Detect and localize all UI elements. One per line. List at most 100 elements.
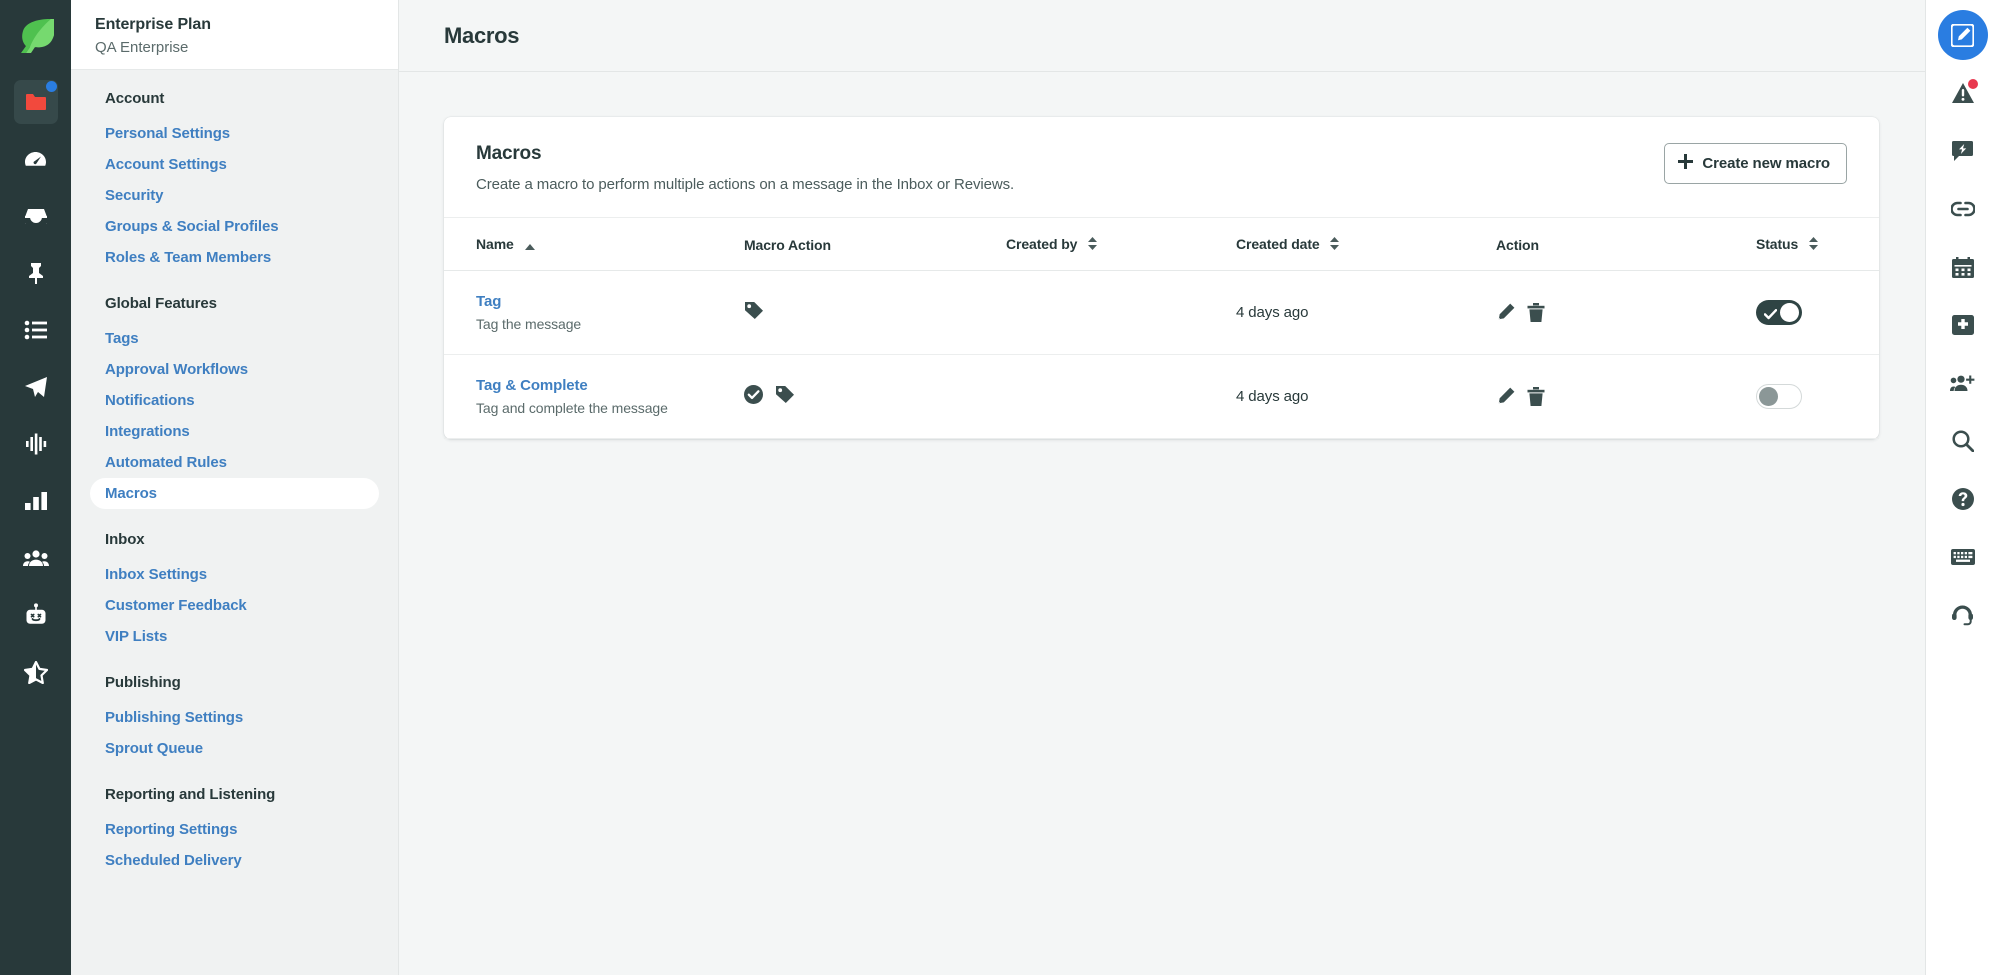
search-button[interactable] — [1938, 416, 1988, 466]
app-root: Enterprise Plan QA Enterprise Account Pe… — [0, 0, 1999, 975]
cell-macro-action — [744, 270, 1006, 356]
sidebar-item-sprout-queue[interactable]: Sprout Queue — [90, 733, 379, 764]
content-area: Macros Create a macro to perform multipl… — [399, 72, 1925, 975]
shortcuts-button[interactable] — [1938, 532, 1988, 582]
compose-button[interactable] — [1937, 10, 1988, 60]
sort-both-icon — [1330, 237, 1340, 253]
nav-group-title-account: Account — [105, 90, 165, 107]
cell-name: Tag Tag the message — [444, 270, 744, 356]
nav-group-title-reporting-listening: Reporting and Listening — [105, 786, 276, 803]
nav-group-title-global-features: Global Features — [105, 295, 217, 312]
sidebar-nav: Account Personal Settings Account Settin… — [71, 70, 398, 876]
tag-icon — [775, 385, 794, 409]
sidebar-item-tags[interactable]: Tags — [90, 323, 379, 354]
rail-item-reviews[interactable] — [14, 650, 58, 694]
macros-card-description: Create a macro to perform multiple actio… — [476, 176, 1015, 193]
sprout-leaf-logo[interactable] — [14, 14, 58, 58]
th-macro-action: Macro Action — [744, 218, 1006, 272]
th-action: Action — [1496, 218, 1756, 272]
sidebar-item-macros[interactable]: Macros — [90, 478, 379, 509]
rail-item-reports[interactable] — [14, 479, 58, 523]
sort-asc-icon — [524, 237, 535, 253]
rail-item-tasks[interactable] — [14, 308, 58, 352]
invite-button[interactable] — [1938, 358, 1988, 408]
add-button[interactable] — [1938, 300, 1988, 350]
created-date-value: 4 days ago — [1236, 387, 1309, 405]
toggle-knob — [1780, 303, 1799, 323]
rail-item-audience[interactable] — [14, 536, 58, 580]
macros-card-header: Macros Create a macro to perform multipl… — [444, 117, 1879, 218]
status-toggle[interactable] — [1756, 384, 1802, 410]
th-status[interactable]: Status — [1756, 218, 1879, 272]
cell-actions — [1496, 270, 1756, 356]
help-button[interactable] — [1938, 474, 1988, 524]
sidebar-item-groups-social-profiles[interactable]: Groups & Social Profiles — [90, 211, 379, 242]
sidebar-item-security[interactable]: Security — [90, 180, 379, 211]
rail-item-bots[interactable] — [14, 593, 58, 637]
sidebar-header: Enterprise Plan QA Enterprise — [71, 0, 398, 70]
table-row: Tag Tag the message 4 days ago — [444, 270, 1879, 356]
plan-subtitle: QA Enterprise — [95, 39, 189, 56]
alerts-button[interactable] — [1938, 68, 1988, 118]
th-created-by[interactable]: Created by — [1006, 218, 1236, 272]
th-action-label: Action — [1496, 236, 1539, 253]
sidebar-item-personal-settings[interactable]: Personal Settings — [90, 118, 379, 149]
cell-created-by — [1006, 354, 1236, 440]
settings-sidebar: Enterprise Plan QA Enterprise Account Pe… — [71, 0, 399, 975]
sidebar-item-vip-lists[interactable]: VIP Lists — [90, 621, 379, 652]
macro-name-link[interactable]: Tag & Complete — [476, 377, 744, 394]
sidebar-item-customer-feedback[interactable]: Customer Feedback — [90, 590, 379, 621]
status-toggle[interactable] — [1756, 300, 1802, 326]
sidebar-item-approval-workflows[interactable]: Approval Workflows — [90, 354, 379, 385]
sidebar-item-roles-team-members[interactable]: Roles & Team Members — [90, 242, 379, 273]
sidebar-item-notifications[interactable]: Notifications — [90, 385, 379, 416]
macros-table-body: Tag Tag the message 4 days ago Tag & Com… — [444, 270, 1879, 440]
rail-item-publishing[interactable] — [14, 365, 58, 409]
cell-created-date: 4 days ago — [1236, 270, 1496, 356]
sort-both-icon — [1808, 237, 1818, 253]
cell-status — [1756, 270, 1879, 356]
cell-macro-action — [744, 354, 1006, 440]
rail-item-smart-inbox[interactable] — [14, 194, 58, 238]
sidebar-item-inbox-settings[interactable]: Inbox Settings — [90, 559, 379, 590]
th-name[interactable]: Name — [444, 218, 744, 272]
create-new-macro-label: Create new macro — [1702, 155, 1830, 172]
table-row: Tag & Complete Tag and complete the mess… — [444, 354, 1879, 440]
tag-icon — [744, 301, 763, 325]
sidebar-item-integrations[interactable]: Integrations — [90, 416, 379, 447]
nav-group-title-publishing: Publishing — [105, 674, 181, 691]
table-header-row: Name Macro Action Created by Created dat… — [444, 218, 1879, 272]
sidebar-item-automated-rules[interactable]: Automated Rules — [90, 447, 379, 478]
rail-item-compose-folder[interactable] — [13, 80, 58, 124]
cell-created-by — [1006, 270, 1236, 356]
trash-icon[interactable] — [1527, 387, 1545, 407]
sidebar-item-publishing-settings[interactable]: Publishing Settings — [90, 702, 379, 733]
trash-icon[interactable] — [1527, 303, 1545, 323]
edit-pencil-icon[interactable] — [1496, 387, 1515, 406]
th-created-date[interactable]: Created date — [1236, 218, 1496, 272]
sidebar-item-reporting-settings[interactable]: Reporting Settings — [90, 814, 379, 845]
edit-pencil-icon[interactable] — [1496, 303, 1515, 322]
rail-item-listening[interactable] — [14, 422, 58, 466]
check-circle-icon — [744, 384, 763, 409]
cell-created-date: 4 days ago — [1236, 354, 1496, 440]
cell-status — [1756, 354, 1879, 440]
create-new-macro-button[interactable]: Create new macro — [1664, 143, 1847, 184]
rail-item-pinned[interactable] — [14, 251, 58, 295]
rail-item-dashboard[interactable] — [14, 137, 58, 181]
left-icon-rail — [0, 0, 71, 975]
sidebar-item-account-settings[interactable]: Account Settings — [90, 149, 379, 180]
th-macro-action-label: Macro Action — [744, 236, 831, 253]
row-action-icons — [1496, 303, 1756, 323]
red-dot-badge — [1967, 79, 1978, 89]
calendar-button[interactable] — [1938, 242, 1988, 292]
messages-button[interactable] — [1938, 126, 1988, 176]
links-button[interactable] — [1938, 184, 1988, 234]
support-button[interactable] — [1938, 590, 1988, 640]
macro-description: Tag and complete the message — [476, 400, 668, 417]
plus-icon — [1678, 154, 1694, 173]
sidebar-item-scheduled-delivery[interactable]: Scheduled Delivery — [90, 845, 379, 876]
macro-name-link[interactable]: Tag — [476, 293, 744, 310]
nav-group-title-inbox: Inbox — [105, 531, 145, 548]
page-title: Macros — [444, 22, 520, 48]
